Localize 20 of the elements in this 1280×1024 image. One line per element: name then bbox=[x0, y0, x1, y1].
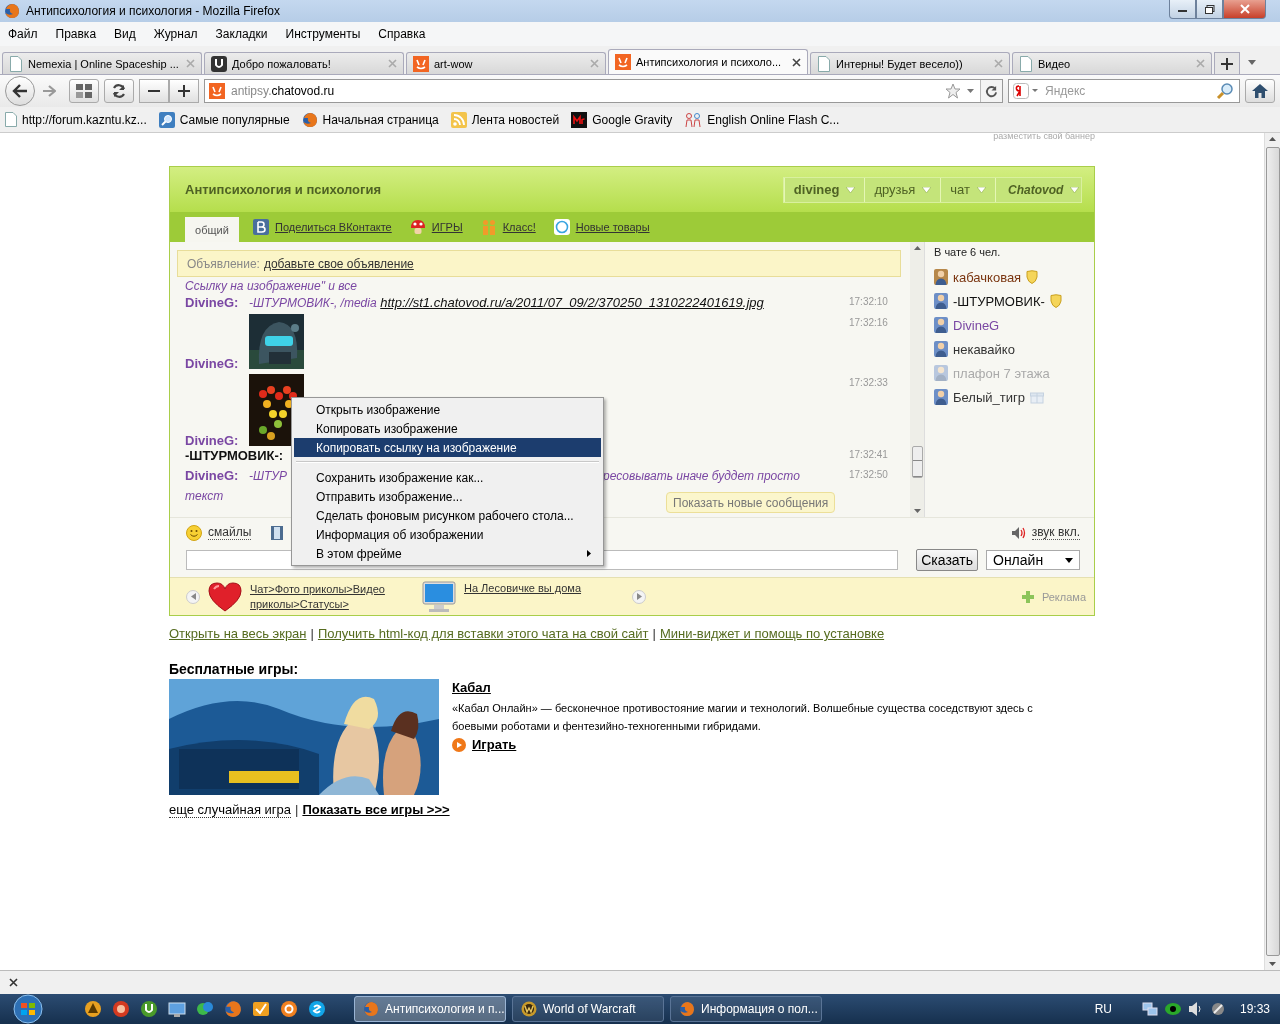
user-count: В чате 6 чел. bbox=[934, 245, 1002, 260]
message-text: -ШТУРМОВИК-, /media bbox=[249, 296, 377, 310]
message-time: 17:32:50 bbox=[849, 468, 889, 482]
url-text: antipsy.chatovod.ru bbox=[231, 84, 336, 98]
separator: | bbox=[295, 802, 299, 818]
message-text: Ссылку на изображение" и все bbox=[185, 279, 358, 293]
message-text: ресовывать иначе буддет просто bbox=[603, 469, 800, 483]
separator: | bbox=[652, 626, 656, 641]
announcement-label: Объявление: bbox=[187, 256, 260, 271]
message-time: 17:32:16 bbox=[849, 316, 889, 330]
separator: | bbox=[310, 626, 314, 641]
message-text: текст bbox=[185, 489, 224, 503]
chat-title: Антипсихология и психология bbox=[185, 182, 382, 197]
games-heading: Бесплатные игры: bbox=[169, 661, 300, 679]
message-time: 17:32:33 bbox=[849, 376, 889, 390]
message-text: -ШТУР bbox=[249, 469, 288, 483]
game-description: «Кабал Онлайн» — бесконечное противостояние магии и технологий. Волшебные существа соседствуют здесь с боевыми роботами и фентезийно-техногенными гибридами. bbox=[452, 701, 1034, 734]
message-time: 17:32:41 bbox=[849, 448, 889, 462]
message-time: 17:32:10 bbox=[849, 295, 889, 309]
window-title: Антипсихология и психология - Mozilla Firefox bbox=[26, 4, 280, 18]
